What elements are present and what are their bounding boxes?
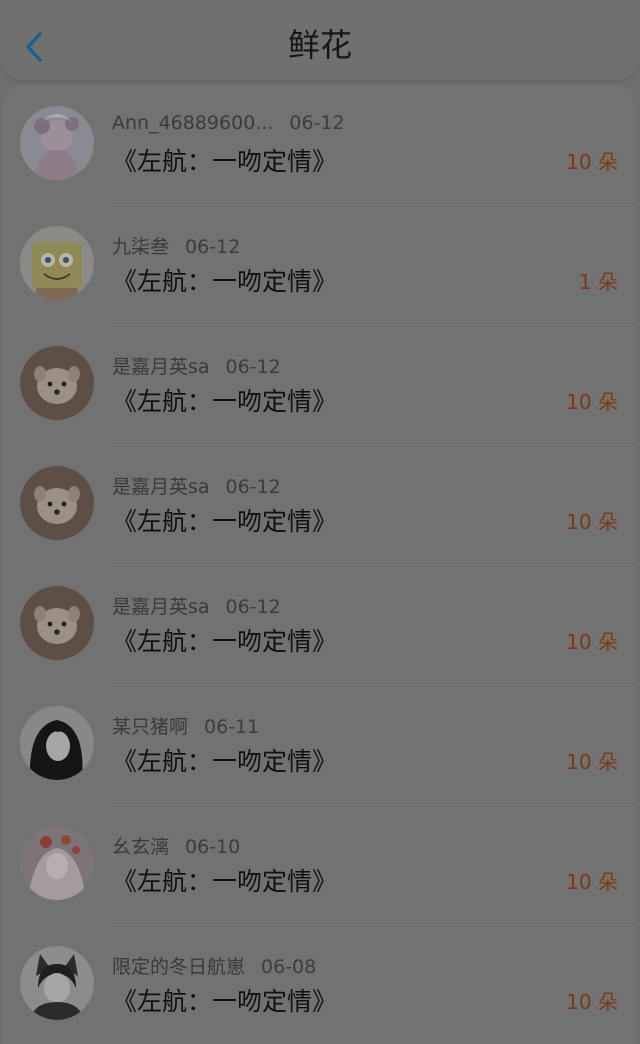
list-item[interactable]: Ann_46889600... 06-12 《左航：一吻定情》 10 朵 bbox=[3, 84, 635, 204]
book-title[interactable]: 《左航：一吻定情》 bbox=[112, 622, 337, 658]
list-item[interactable]: 是嘉月英sa 06-12 《左航：一吻定情》 10 朵 bbox=[3, 324, 635, 444]
item-meta: 九柒叁 06-12 bbox=[112, 232, 241, 258]
flower-count: 10 朵 bbox=[566, 510, 618, 534]
top-bar: 鲜花 bbox=[0, 0, 640, 80]
page-title: 鲜花 bbox=[287, 26, 352, 64]
list-item[interactable]: 是嘉月英sa 06-12 《左航：一吻定情》 10 朵 bbox=[3, 564, 635, 684]
list-item[interactable]: 是嘉月英sa 06-12 《左航：一吻定情》 10 朵 bbox=[3, 444, 635, 564]
anime-girl-avatar[interactable] bbox=[20, 106, 94, 180]
list-item[interactable]: 某只猪啊 06-11 《左航：一吻定情》 10 朵 bbox=[3, 684, 635, 804]
list-item[interactable]: 幺玄漓 06-10 《左航：一吻定情》 10 朵 bbox=[3, 804, 635, 924]
book-title[interactable]: 《左航：一吻定情》 bbox=[112, 142, 337, 178]
item-date: 06-12 bbox=[225, 356, 281, 378]
username[interactable]: 是嘉月英sa bbox=[112, 596, 210, 618]
flower-count: 10 朵 bbox=[566, 750, 618, 774]
flower-count: 10 朵 bbox=[566, 630, 618, 654]
item-meta: 是嘉月英sa 06-12 bbox=[112, 472, 281, 498]
item-meta: Ann_46889600... 06-12 bbox=[112, 112, 345, 136]
username[interactable]: 是嘉月英sa bbox=[112, 476, 210, 498]
flower-count: 1 朵 bbox=[578, 270, 618, 294]
username[interactable]: 九柒叁 bbox=[112, 236, 169, 258]
username[interactable]: 某只猪啊 bbox=[112, 716, 188, 738]
item-date: 06-12 bbox=[185, 236, 241, 258]
book-title[interactable]: 《左航：一吻定情》 bbox=[112, 262, 337, 298]
flower-count: 10 朵 bbox=[566, 390, 618, 414]
username[interactable]: 限定的冬日航崽 bbox=[112, 956, 245, 978]
item-meta: 限定的冬日航崽 06-08 bbox=[112, 952, 317, 978]
item-meta: 是嘉月英sa 06-12 bbox=[112, 592, 281, 618]
book-title[interactable]: 《左航：一吻定情》 bbox=[112, 862, 337, 898]
book-title[interactable]: 《左航：一吻定情》 bbox=[112, 742, 337, 778]
username[interactable]: 幺玄漓 bbox=[112, 836, 169, 858]
list-item[interactable]: 九柒叁 06-12 《左航：一吻定情》 1 朵 bbox=[3, 204, 635, 324]
puppy-avatar[interactable] bbox=[20, 346, 94, 420]
boy-cat-ears-avatar[interactable] bbox=[20, 946, 94, 1020]
item-meta: 某只猪啊 06-11 bbox=[112, 712, 260, 738]
dark-hair-girl-avatar[interactable] bbox=[20, 706, 94, 780]
flower-count: 10 朵 bbox=[566, 870, 618, 894]
item-date: 06-10 bbox=[185, 836, 241, 858]
item-meta: 幺玄漓 06-10 bbox=[112, 832, 241, 858]
book-title[interactable]: 《左航：一吻定情》 bbox=[112, 502, 337, 538]
item-date: 06-11 bbox=[204, 716, 260, 738]
item-meta: 是嘉月英sa 06-12 bbox=[112, 352, 281, 378]
puppy-avatar[interactable] bbox=[20, 586, 94, 660]
spongebob-avatar[interactable] bbox=[20, 226, 94, 300]
username[interactable]: 是嘉月英sa bbox=[112, 356, 210, 378]
item-date: 06-12 bbox=[225, 596, 281, 618]
item-date: 06-12 bbox=[225, 476, 281, 498]
book-title[interactable]: 《左航：一吻定情》 bbox=[112, 982, 337, 1018]
flower-list: Ann_46889600... 06-12 《左航：一吻定情》 10 朵 九柒叁 0… bbox=[3, 84, 635, 1044]
book-title[interactable]: 《左航：一吻定情》 bbox=[112, 382, 337, 418]
flower-count: 10 朵 bbox=[566, 150, 618, 174]
item-date: 06-12 bbox=[289, 112, 345, 134]
anime-flower-girl-avatar[interactable] bbox=[20, 826, 94, 900]
puppy-avatar[interactable] bbox=[20, 466, 94, 540]
item-date: 06-08 bbox=[261, 956, 317, 978]
username[interactable]: Ann_46889600... bbox=[112, 112, 273, 134]
list-item[interactable]: 限定的冬日航崽 06-08 《左航：一吻定情》 10 朵 bbox=[3, 924, 635, 1044]
flower-count: 10 朵 bbox=[566, 990, 618, 1014]
